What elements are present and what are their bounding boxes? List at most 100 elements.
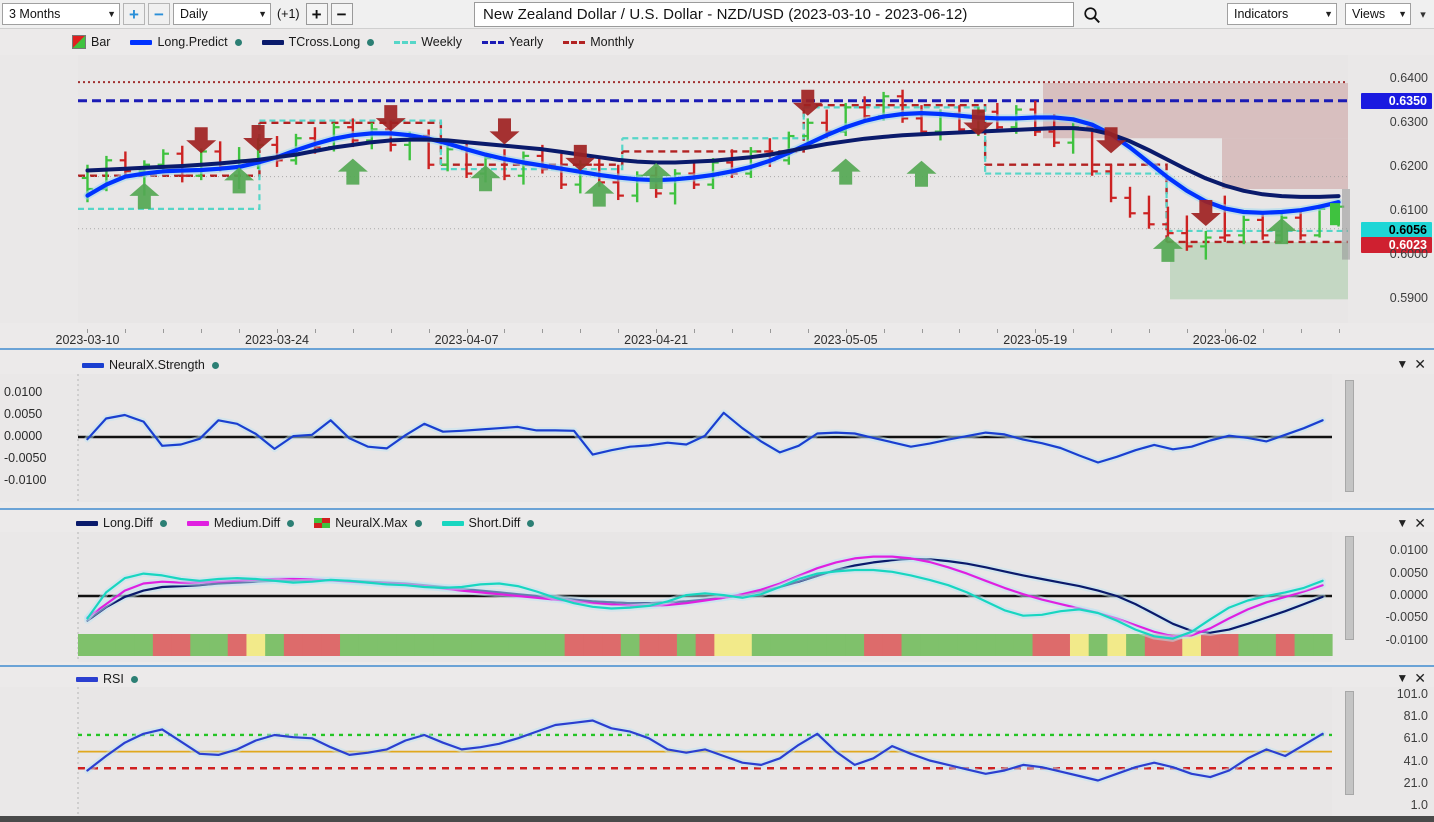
price-legend-item[interactable]: Bar — [72, 35, 110, 49]
date-axis-tick — [1186, 329, 1188, 333]
date-axis-tick — [959, 329, 961, 333]
date-axis-label: 2023-05-05 — [813, 333, 878, 347]
date-axis-label: 2023-03-10 — [55, 333, 120, 347]
diff-scrollbar[interactable] — [1345, 536, 1354, 640]
price-legend-item[interactable]: Yearly — [481, 35, 544, 49]
date-axis-label: 2023-05-19 — [1003, 333, 1068, 347]
search-icon[interactable] — [1080, 3, 1104, 26]
date-axis-tick — [1262, 329, 1264, 333]
price-axis-label: 0.6000 — [1389, 247, 1428, 262]
toolbar-overflow-button[interactable]: ▾ — [1416, 3, 1430, 25]
views-dropdown[interactable]: Views ▼ — [1345, 3, 1411, 25]
date-axis-tick — [125, 329, 127, 333]
strength-scrollbar[interactable] — [1345, 380, 1354, 492]
settings-dot-icon[interactable] — [367, 38, 375, 46]
range-increase-button[interactable]: + — [123, 3, 145, 25]
date-axis-tick — [807, 329, 809, 333]
date-axis-tick — [466, 329, 468, 333]
rsi-legend-label: RSI — [103, 672, 124, 686]
chevron-down-icon: ▼ — [258, 9, 267, 19]
rsi-plot-canvas[interactable] — [0, 687, 1434, 816]
symbol-search-input[interactable]: New Zealand Dollar / U.S. Dollar - NZD/U… — [474, 2, 1074, 27]
neuralx-strength-panel: NeuralX.Strength ▼ ✕ 0.0100 0.0050 0.0000 -… — [0, 352, 1434, 507]
date-axis-tick — [618, 329, 620, 333]
indicators-dropdown[interactable]: Indicators ▼ — [1227, 3, 1337, 25]
diff-panel: Long.Diff Medium.Diff NeuralX.Max Short.Dif… — [0, 512, 1434, 664]
date-axis-tick — [352, 329, 354, 333]
period-dropdown[interactable]: Daily ▼ — [173, 3, 271, 25]
chevron-down-icon[interactable]: ▼ — [1396, 357, 1408, 371]
rsi-axis-label: 61.0 — [1403, 731, 1428, 746]
chevron-down-icon[interactable]: ▼ — [1396, 516, 1408, 530]
settings-dot-icon[interactable] — [414, 519, 422, 527]
diff-legend-item[interactable]: Long.Diff — [76, 516, 167, 530]
neuralx-strength-axis-label: -0.0050 — [4, 451, 47, 465]
neuralx-strength-axis-label: -0.0100 — [4, 473, 47, 487]
diff-legend-item[interactable]: Medium.Diff — [186, 516, 295, 530]
settings-dot-icon[interactable] — [130, 675, 138, 683]
strength-legend-item[interactable]: NeuralX.Strength — [82, 358, 219, 372]
date-axis-tick — [201, 329, 203, 333]
range-dropdown[interactable]: 3 Months ▼ — [2, 3, 120, 25]
range-value: 3 Months — [9, 7, 61, 21]
diff-legend-item[interactable]: NeuralX.Max — [314, 516, 422, 530]
rsi-axis-label: 1.0 — [1410, 798, 1428, 812]
diff-axis-label: -0.0100 — [1385, 632, 1428, 647]
line-swatch — [76, 676, 98, 682]
chevron-down-icon: ▼ — [1324, 9, 1333, 19]
date-axis-tick — [163, 329, 165, 333]
settings-dot-icon[interactable] — [211, 361, 219, 369]
diff-axis-label: 0.0100 — [1389, 543, 1428, 558]
neuralx-strength-plot-canvas[interactable] — [0, 374, 1434, 502]
settings-dot-icon[interactable] — [159, 519, 167, 527]
rsi-legend-item[interactable]: RSI — [76, 672, 138, 686]
rsi-y-axis: 101.0 81.0 61.0 41.0 21.0 1.0 — [1355, 681, 1434, 816]
line-swatch — [186, 520, 209, 526]
date-axis-tick — [504, 329, 506, 333]
date-axis-tick — [580, 329, 582, 333]
date-axis-tick — [1111, 329, 1113, 333]
price-legend-label: Weekly — [421, 35, 462, 49]
chevron-down-icon: ▼ — [1398, 9, 1407, 19]
rsi-panel: RSI ▼ ✕ 101.0 81.0 61.0 41.0 21.0 1.0 — [0, 669, 1434, 816]
settings-dot-icon[interactable] — [287, 519, 295, 527]
diff-legend-item[interactable]: Short.Diff — [441, 516, 535, 530]
neuralx-strength-axis-label: 0.0050 — [4, 407, 43, 421]
panel-separator-3 — [0, 665, 1434, 667]
dashed-line-swatch — [481, 40, 504, 44]
price-axis-label: 0.6200 — [1389, 158, 1428, 173]
price-legend-item[interactable]: TCross.Long — [261, 35, 375, 49]
date-axis-tick — [656, 329, 658, 333]
offset-decrease-button[interactable]: − — [330, 3, 353, 25]
chevron-down-icon: ▼ — [107, 9, 116, 19]
price-legend-item[interactable]: Weekly — [394, 35, 462, 49]
date-axis-tick — [1148, 329, 1150, 333]
offset-increase-button[interactable]: + — [305, 3, 328, 25]
neuralx-strength-axis-label: 0.0100 — [4, 385, 43, 399]
overflow-icon: ▾ — [1420, 8, 1426, 21]
diff-axis-label: 0.0050 — [1389, 565, 1428, 580]
settings-dot-icon[interactable] — [527, 519, 535, 527]
close-icon[interactable]: ✕ — [1414, 357, 1426, 371]
rsi-scrollbar[interactable] — [1345, 691, 1354, 795]
settings-dot-icon[interactable] — [234, 38, 242, 46]
date-axis-tick — [542, 329, 544, 333]
diff-legend: Long.Diff Medium.Diff NeuralX.Max Short.Dif… — [76, 516, 535, 530]
price-plot-canvas[interactable] — [0, 55, 1434, 323]
date-axis-tick — [87, 329, 89, 333]
date-axis-tick — [845, 329, 847, 333]
price-legend-item[interactable]: Long.Predict — [130, 35, 242, 49]
diff-plot-canvas[interactable] — [0, 532, 1434, 662]
diff-axis-label: -0.0050 — [1385, 610, 1428, 625]
date-axis-tick — [277, 329, 279, 333]
date-axis-tick — [1300, 329, 1302, 333]
date-axis-tick — [428, 329, 430, 333]
line-swatch — [82, 362, 104, 368]
price-legend-label: Yearly — [508, 35, 544, 49]
diff-legend-label: Medium.Diff — [213, 516, 281, 530]
price-legend-item[interactable]: Monthly — [563, 35, 634, 49]
date-axis-label: 2023-04-21 — [624, 333, 689, 347]
close-icon[interactable]: ✕ — [1414, 516, 1426, 530]
range-decrease-button[interactable]: − — [148, 3, 170, 25]
date-axis-label: 2023-06-02 — [1192, 333, 1257, 347]
